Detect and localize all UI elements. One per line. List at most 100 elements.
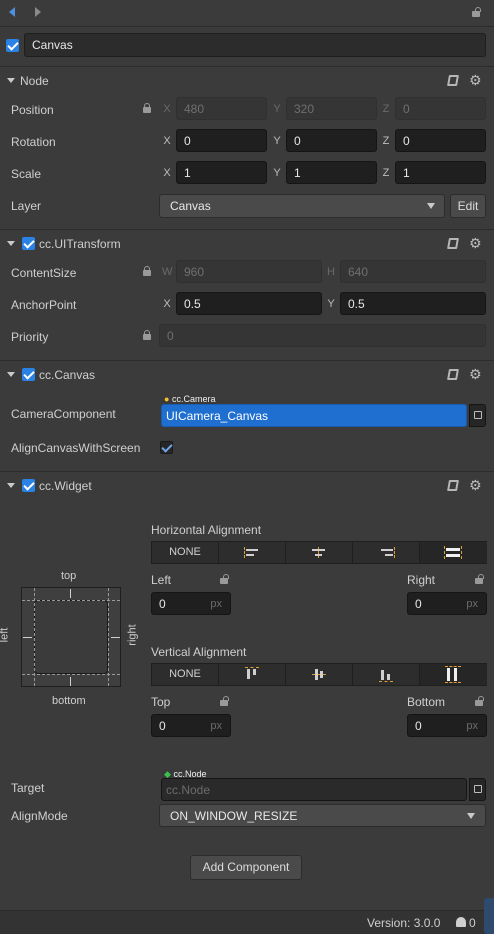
node-section-title[interactable]: Node xyxy=(20,74,49,88)
left-unit: px xyxy=(210,598,222,610)
h-align-center-button[interactable] xyxy=(286,542,353,563)
right-arrow-icon xyxy=(111,637,120,638)
top-input[interactable]: 0 px xyxy=(151,714,231,737)
align-middle-icon xyxy=(312,668,326,681)
help-doc-icon[interactable] xyxy=(447,238,459,249)
camera-component-field[interactable]: UICamera_Canvas xyxy=(161,404,467,427)
widget-alignment-diagram[interactable] xyxy=(21,587,121,687)
canvas-title[interactable]: cc.Canvas xyxy=(39,368,95,382)
node-name-input[interactable]: Canvas xyxy=(24,33,486,57)
bottom-input[interactable]: 0 px xyxy=(407,714,487,737)
target-picker-icon[interactable] xyxy=(469,404,486,427)
canvas-collapse-icon[interactable] xyxy=(7,372,15,377)
target-label: Target xyxy=(11,781,45,795)
scale-x-input[interactable]: 1 xyxy=(176,161,267,184)
camera-type-tag-text: cc.Camera xyxy=(171,394,216,404)
left-input[interactable]: 0 px xyxy=(151,592,231,615)
v-align-middle-button[interactable] xyxy=(286,664,353,685)
h-align-left-button[interactable] xyxy=(219,542,286,563)
anchor-point-label: AnchorPoint xyxy=(11,298,77,312)
content-size-label: ContentSize xyxy=(11,266,77,280)
right-lock-icon[interactable] xyxy=(475,574,484,584)
anchor-x-input[interactable]: 0.5 xyxy=(176,292,322,315)
rotation-label: Rotation xyxy=(11,135,56,149)
add-component-button[interactable]: Add Component xyxy=(190,855,302,880)
align-mode-select[interactable]: ON_WINDOW_RESIZE xyxy=(159,804,486,827)
align-canvas-checkbox[interactable] xyxy=(160,441,173,454)
node-active-checkbox[interactable] xyxy=(6,39,19,52)
notification-count: 0 xyxy=(469,916,476,930)
bell-icon[interactable] xyxy=(456,917,466,927)
h-align-none-button[interactable]: NONE xyxy=(152,542,219,563)
help-doc-icon[interactable] xyxy=(447,75,459,86)
widget-enabled-checkbox[interactable] xyxy=(22,479,35,492)
uitransform-title[interactable]: cc.UITransform xyxy=(39,237,121,251)
axis-w-label: W xyxy=(162,266,173,278)
gear-icon[interactable]: ⚙ xyxy=(469,73,482,87)
bottom-lock-icon[interactable] xyxy=(475,696,484,706)
top-lock-icon[interactable] xyxy=(220,696,229,706)
v-align-stretch-button[interactable] xyxy=(420,664,487,685)
widget-title[interactable]: cc.Widget xyxy=(39,479,92,493)
scale-z-input[interactable]: 1 xyxy=(395,161,486,184)
position-lock-icon[interactable] xyxy=(143,103,151,113)
left-value: 0 xyxy=(159,597,166,611)
back-arrow-icon[interactable] xyxy=(9,7,15,17)
right-label: Right xyxy=(407,573,436,587)
anchor-y-input[interactable]: 0.5 xyxy=(340,292,486,315)
help-doc-icon[interactable] xyxy=(447,369,459,380)
node-section-collapse-icon[interactable] xyxy=(7,78,15,83)
forward-arrow-icon[interactable] xyxy=(35,7,41,17)
v-align-bottom-button[interactable] xyxy=(353,664,420,685)
align-canvas-label: AlignCanvasWithScreen xyxy=(11,441,141,455)
right-unit: px xyxy=(466,598,478,610)
h-align-stretch-button[interactable] xyxy=(420,542,487,563)
scale-y-input[interactable]: 1 xyxy=(286,161,377,184)
top-arrow-icon xyxy=(70,589,71,598)
inspector-lock-icon[interactable] xyxy=(472,7,481,17)
axis-z-label: Z xyxy=(382,135,390,147)
camera-component-icon: ● xyxy=(164,394,170,404)
target-field[interactable]: cc.Node xyxy=(161,778,467,801)
align-stretch-horizontal-icon xyxy=(444,546,462,559)
rotation-x-input[interactable]: 0 xyxy=(176,129,267,152)
resize-handle[interactable] xyxy=(484,898,494,934)
rotation-y-input[interactable]: 0 xyxy=(286,129,377,152)
left-lock-icon[interactable] xyxy=(220,574,229,584)
gear-icon[interactable]: ⚙ xyxy=(469,478,482,492)
align-mode-value: ON_WINDOW_RESIZE xyxy=(170,809,298,823)
layer-select[interactable]: Canvas xyxy=(159,194,445,218)
left-arrow-icon xyxy=(23,637,32,638)
layer-edit-button[interactable]: Edit xyxy=(450,194,486,218)
position-label: Position xyxy=(11,103,54,117)
priority-lock-icon[interactable] xyxy=(143,330,151,340)
rotation-z-input[interactable]: 0 xyxy=(395,129,486,152)
axis-y-label: Y xyxy=(327,298,335,310)
uitransform-enabled-checkbox[interactable] xyxy=(22,237,35,250)
version-text: Version: 3.0.0 xyxy=(367,916,441,930)
v-align-top-button[interactable] xyxy=(219,664,286,685)
position-z-input: 0 xyxy=(395,97,486,120)
vertical-alignment-label: Vertical Alignment xyxy=(151,645,247,659)
top-label: Top xyxy=(151,695,171,709)
bottom-arrow-icon xyxy=(70,677,71,686)
canvas-enabled-checkbox[interactable] xyxy=(22,368,35,381)
axis-y-label: Y xyxy=(273,135,281,147)
top-value: 0 xyxy=(159,719,166,733)
uitransform-collapse-icon[interactable] xyxy=(7,241,15,246)
diagram-top-label: top xyxy=(61,570,77,582)
help-doc-icon[interactable] xyxy=(447,480,459,491)
widget-collapse-icon[interactable] xyxy=(7,483,15,488)
gear-icon[interactable]: ⚙ xyxy=(469,236,482,250)
scale-label: Scale xyxy=(11,167,42,181)
bottom-unit: px xyxy=(466,720,478,732)
gear-icon[interactable]: ⚙ xyxy=(469,367,482,381)
bottom-value: 0 xyxy=(415,719,422,733)
v-align-none-button[interactable]: NONE xyxy=(152,664,219,685)
layer-select-value: Canvas xyxy=(170,199,211,213)
target-picker-icon[interactable] xyxy=(469,778,486,801)
h-align-right-button[interactable] xyxy=(353,542,420,563)
priority-input: 0 xyxy=(159,324,486,347)
right-input[interactable]: 0 px xyxy=(407,592,487,615)
content-size-lock-icon[interactable] xyxy=(143,266,151,276)
